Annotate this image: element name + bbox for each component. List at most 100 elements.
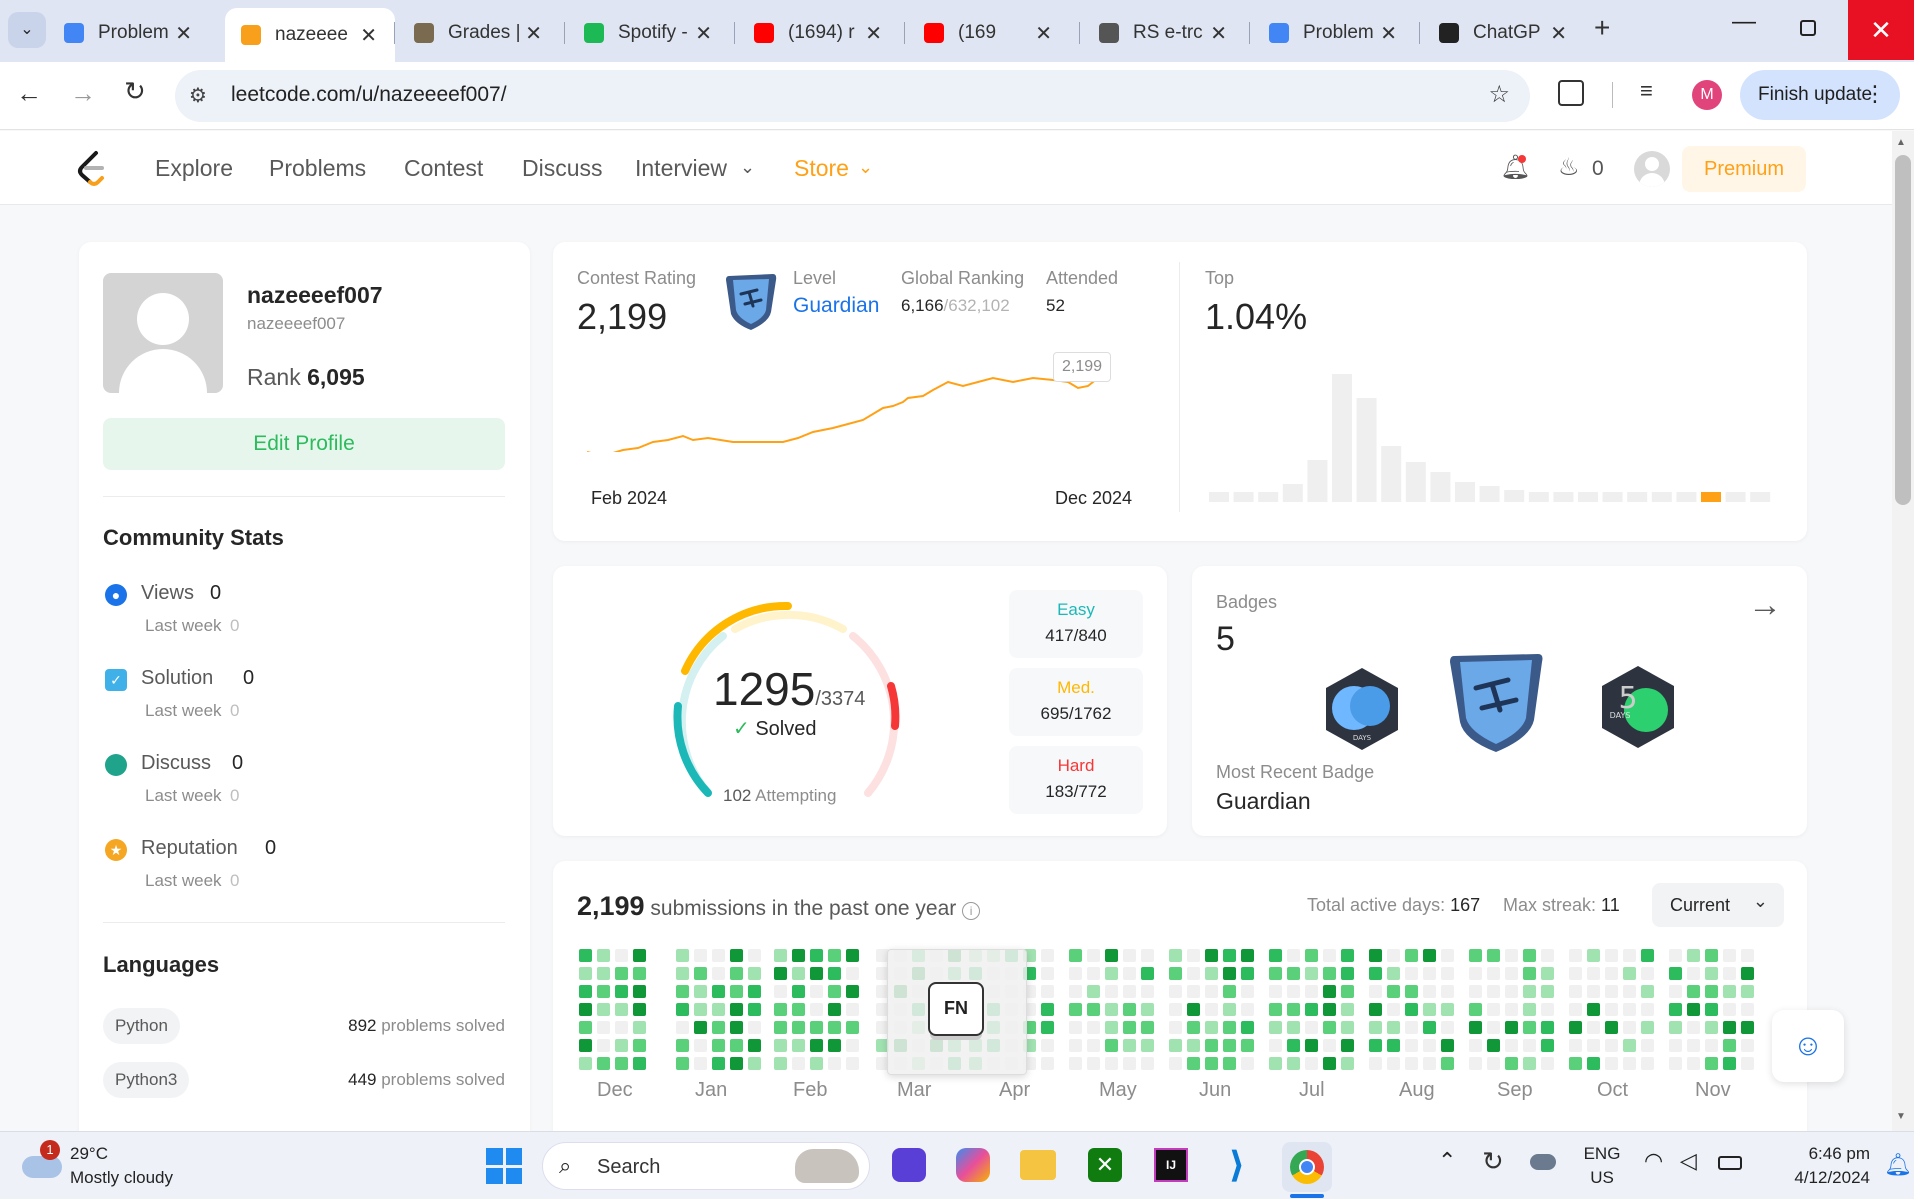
- heatmap-cell[interactable]: [1687, 1003, 1700, 1016]
- heatmap-cell[interactable]: [1341, 1003, 1354, 1016]
- heatmap-cell[interactable]: [1687, 1039, 1700, 1052]
- rating-distribution-chart[interactable]: [1209, 362, 1779, 512]
- heatmap-cell[interactable]: [1369, 1003, 1382, 1016]
- heatmap-cell[interactable]: [1069, 1039, 1082, 1052]
- heatmap-cell[interactable]: [792, 1057, 805, 1070]
- heatmap-cell[interactable]: [1587, 1057, 1600, 1070]
- heatmap-cell[interactable]: [1469, 1039, 1482, 1052]
- heatmap-cell[interactable]: [730, 1003, 743, 1016]
- heatmap-cell[interactable]: [730, 1021, 743, 1034]
- heatmap-cell[interactable]: [1623, 949, 1636, 962]
- heatmap-cell[interactable]: [1423, 1057, 1436, 1070]
- heatmap-cell[interactable]: [1405, 1021, 1418, 1034]
- heatmap-cell[interactable]: [1723, 1039, 1736, 1052]
- notifications-icon[interactable]: 🔔︎: [1884, 1152, 1912, 1178]
- heatmap-cell[interactable]: [1523, 1021, 1536, 1034]
- heatmap-cell[interactable]: [633, 1003, 646, 1016]
- heatmap-cell[interactable]: [1169, 1057, 1182, 1070]
- tab-search-button[interactable]: ⌄: [8, 12, 46, 48]
- heatmap-cell[interactable]: [579, 967, 592, 980]
- heatmap-cell[interactable]: [1523, 1003, 1536, 1016]
- guardian-badge-icon[interactable]: [1446, 648, 1546, 756]
- heatmap-cell[interactable]: [615, 1021, 628, 1034]
- heatmap-cell[interactable]: [1669, 1021, 1682, 1034]
- heatmap-cell[interactable]: [748, 985, 761, 998]
- heatmap-cell[interactable]: [1523, 985, 1536, 998]
- heatmap-cell[interactable]: [1469, 1003, 1482, 1016]
- heatmap-cell[interactable]: [828, 1021, 841, 1034]
- heatmap-cell[interactable]: [730, 1039, 743, 1052]
- heatmap-cell[interactable]: [1569, 1057, 1582, 1070]
- heatmap-cell[interactable]: [774, 967, 787, 980]
- heatmap-cell[interactable]: [792, 949, 805, 962]
- heatmap-cell[interactable]: [748, 1039, 761, 1052]
- heatmap-cell[interactable]: [1169, 1021, 1182, 1034]
- heatmap-cell[interactable]: [1569, 967, 1582, 980]
- heatmap-cell[interactable]: [792, 967, 805, 980]
- wifi-icon[interactable]: ◠: [1644, 1148, 1663, 1174]
- heatmap-cell[interactable]: [1741, 1021, 1754, 1034]
- heatmap-cell[interactable]: [1141, 985, 1154, 998]
- heatmap-cell[interactable]: [1387, 1057, 1400, 1070]
- heatmap-cell[interactable]: [1287, 985, 1300, 998]
- back-button[interactable]: ←: [16, 78, 42, 109]
- heatmap-cell[interactable]: [1205, 967, 1218, 980]
- heatmap-cell[interactable]: [1505, 1021, 1518, 1034]
- heatmap-cell[interactable]: [694, 1039, 707, 1052]
- heatmap-cell[interactable]: [1205, 985, 1218, 998]
- heatmap-cell[interactable]: [1705, 1057, 1718, 1070]
- heatmap-cell[interactable]: [694, 1057, 707, 1070]
- heatmap-cell[interactable]: [846, 1039, 859, 1052]
- heatmap-cell[interactable]: [1323, 985, 1336, 998]
- medium-box[interactable]: Med. 695/1762: [1009, 668, 1143, 736]
- heatmap-cell[interactable]: [597, 1021, 610, 1034]
- heatmap-cell[interactable]: [1241, 985, 1254, 998]
- heatmap-cell[interactable]: [1587, 967, 1600, 980]
- heatmap-cell[interactable]: [712, 949, 725, 962]
- heatmap-cell[interactable]: [1041, 1021, 1054, 1034]
- heatmap-cell[interactable]: [1141, 967, 1154, 980]
- heatmap-cell[interactable]: [1423, 985, 1436, 998]
- heatmap-cell[interactable]: [1287, 1057, 1300, 1070]
- heatmap-cell[interactable]: [1305, 949, 1318, 962]
- heatmap-cell[interactable]: [1441, 1039, 1454, 1052]
- heatmap-cell[interactable]: [1441, 985, 1454, 998]
- heatmap-cell[interactable]: [828, 967, 841, 980]
- heatmap-cell[interactable]: [1641, 949, 1654, 962]
- heatmap-cell[interactable]: [1623, 967, 1636, 980]
- heatmap-cell[interactable]: [1323, 1057, 1336, 1070]
- close-tab-icon[interactable]: ✕: [525, 21, 542, 46]
- heatmap-cell[interactable]: [730, 985, 743, 998]
- heatmap-cell[interactable]: [1487, 967, 1500, 980]
- heatmap-cell[interactable]: [1341, 949, 1354, 962]
- heatmap-cell[interactable]: [1623, 985, 1636, 998]
- heatmap-cell[interactable]: [1487, 985, 1500, 998]
- heatmap-cell[interactable]: [1487, 1057, 1500, 1070]
- heatmap-cell[interactable]: [633, 1039, 646, 1052]
- heatmap-cell[interactable]: [1323, 967, 1336, 980]
- heatmap-cell[interactable]: [1123, 1039, 1136, 1052]
- heatmap-cell[interactable]: [1269, 967, 1282, 980]
- close-tab-icon[interactable]: ✕: [360, 23, 377, 48]
- heatmap-cell[interactable]: [828, 949, 841, 962]
- browser-tab[interactable]: RS e-trc ✕: [1085, 10, 1245, 56]
- arrow-right-icon[interactable]: →: [1748, 586, 1782, 625]
- heatmap-cell[interactable]: [1041, 1057, 1054, 1070]
- language-indicator[interactable]: ENG US: [1582, 1144, 1622, 1188]
- heatmap-cell[interactable]: [1687, 985, 1700, 998]
- tray-chevron-icon[interactable]: ⌃: [1438, 1148, 1456, 1174]
- nav-discuss[interactable]: Discuss: [522, 155, 603, 182]
- heatmap-cell[interactable]: [1705, 1021, 1718, 1034]
- more-menu-icon[interactable]: ⋮: [1864, 81, 1886, 107]
- heatmap-cell[interactable]: [1523, 949, 1536, 962]
- avatar[interactable]: M: [1692, 80, 1722, 110]
- heatmap-cell[interactable]: [712, 1057, 725, 1070]
- heatmap-cell[interactable]: [1105, 1039, 1118, 1052]
- heatmap-cell[interactable]: [1387, 967, 1400, 980]
- heatmap-cell[interactable]: [1323, 1003, 1336, 1016]
- heatmap-cell[interactable]: [828, 1057, 841, 1070]
- heatmap-cell[interactable]: [1205, 949, 1218, 962]
- heatmap-cell[interactable]: [1669, 949, 1682, 962]
- nav-problems[interactable]: Problems: [269, 155, 366, 182]
- heatmap-cell[interactable]: [694, 985, 707, 998]
